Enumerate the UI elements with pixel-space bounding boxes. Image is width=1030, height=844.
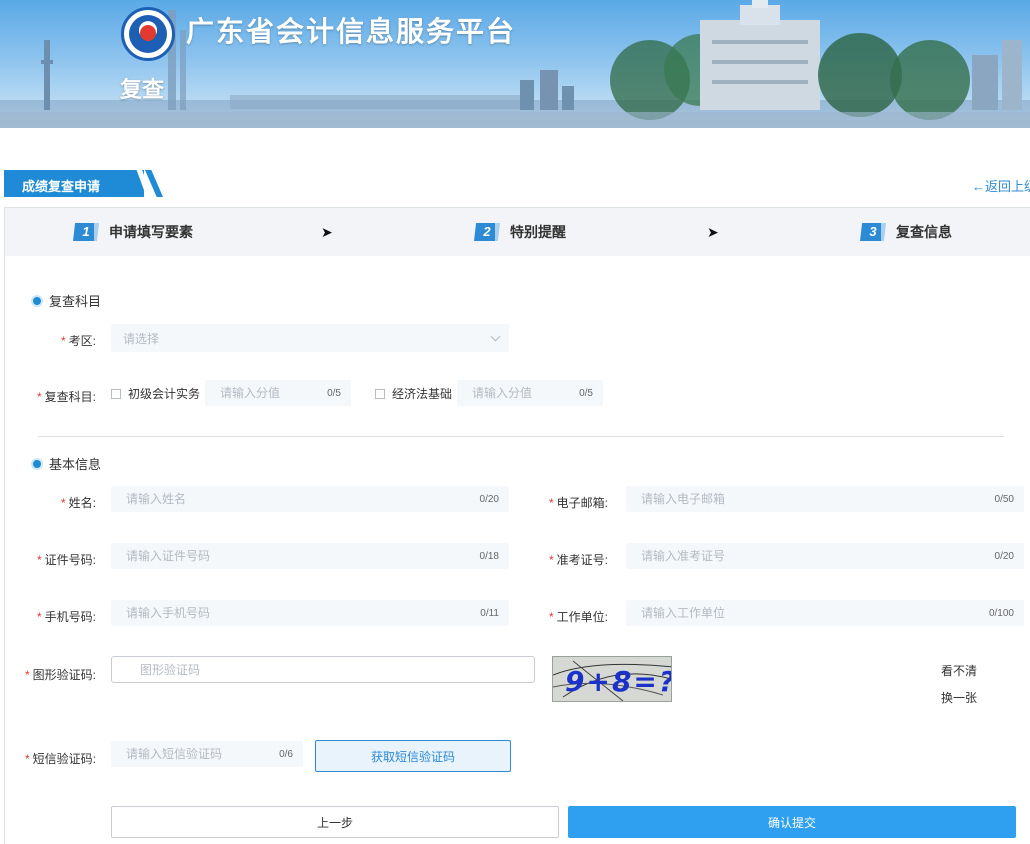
page-label: 复查 (120, 77, 165, 102)
refresh-captcha-text-2[interactable]: 换一张 (941, 689, 977, 706)
step-label: 复查信息 (896, 224, 952, 240)
sms-label: * 短信验证码: (24, 752, 96, 766)
section-divider (38, 436, 1004, 437)
region-select-placeholder: 请选择 (123, 331, 160, 346)
char-count: 0/20 (479, 493, 499, 505)
email-label: * 电子邮箱: (548, 496, 608, 510)
step-label: 特别提醒 (510, 224, 566, 240)
group-title-subjects: 复查科目 (33, 291, 101, 310)
email-input[interactable] (626, 486, 995, 512)
region-select[interactable]: 请选择 (111, 324, 509, 352)
exam-number-label: * 准考证号: (548, 553, 608, 567)
step-number: 1 (73, 223, 99, 241)
sms-input-box: 0/6 (111, 741, 303, 767)
step-number: 3 (860, 223, 886, 241)
required-mark: * (548, 610, 554, 624)
submit-button[interactable]: 确认提交 (568, 806, 1016, 838)
site-title: 广东省会计信息服务平台 (186, 15, 517, 48)
required-mark: * (36, 553, 42, 567)
checkbox-icon[interactable] (375, 388, 385, 399)
char-count: 0/5 (579, 387, 593, 399)
group-title-basic-info: 基本信息 (33, 454, 101, 473)
id-number-input-box: 0/18 (111, 543, 509, 569)
bullet-dot-icon (33, 296, 41, 305)
captcha-text: 9+8=? (565, 665, 672, 698)
required-mark: * (24, 752, 30, 766)
sms-input[interactable] (111, 741, 280, 767)
step-number: 2 (474, 223, 500, 241)
step-arrow-icon: ➤ (321, 224, 333, 240)
captcha-label: * 图形验证码: (24, 668, 96, 682)
required-mark: * (24, 668, 30, 682)
phone-input-box: 0/11 (111, 600, 509, 626)
char-count: 0/5 (327, 387, 341, 399)
captcha-image[interactable]: 9+8=? (552, 656, 672, 702)
char-count: 0/100 (988, 607, 1014, 619)
name-label: * 姓名: (60, 496, 96, 510)
exam-number-input[interactable] (626, 543, 995, 569)
required-mark: * (36, 390, 42, 404)
required-mark: * (36, 610, 42, 624)
email-input-box: 0/50 (626, 486, 1024, 512)
refresh-captcha-text-1[interactable]: 看不清 (941, 662, 977, 679)
required-mark: * (548, 496, 554, 510)
name-input-box: 0/20 (111, 486, 509, 512)
score-input[interactable] (205, 380, 328, 406)
char-count: 0/6 (279, 748, 293, 760)
step-arrow-icon: ➤ (707, 224, 719, 240)
captcha-input-box (111, 656, 535, 683)
checkbox-icon[interactable] (111, 388, 121, 399)
phone-input[interactable] (111, 600, 481, 626)
group-title-text: 复查科目 (49, 294, 102, 309)
employer-input[interactable] (626, 600, 989, 626)
previous-step-button[interactable]: 上一步 (111, 806, 559, 838)
form-panel: 1 申请填写要素 ➤ 2 特别提醒 ➤ 3 复查信息 复查科目 * 考区: 请选择… (4, 207, 1030, 844)
back-link[interactable]: ←返回上级 (972, 176, 1030, 195)
get-sms-code-button[interactable]: 获取短信验证码 (315, 740, 511, 772)
name-input[interactable] (111, 486, 480, 512)
step-3: 3 复查信息 (860, 222, 952, 242)
id-number-label: * 证件号码: (36, 553, 96, 567)
required-mark: * (60, 334, 66, 348)
id-number-input[interactable] (111, 543, 480, 569)
section-tab-label: 成绩复查申请 (22, 179, 101, 194)
step-1: 1 申请填写要素 (73, 222, 193, 242)
char-count: 0/18 (479, 550, 499, 562)
char-count: 0/11 (480, 607, 499, 619)
required-mark: * (60, 496, 66, 510)
group-title-text: 基本信息 (49, 457, 102, 472)
required-mark: * (548, 553, 554, 567)
char-count: 0/20 (994, 550, 1014, 562)
subject-checkbox-accounting[interactable]: 初级会计实务 (111, 385, 200, 402)
region-label: * 考区: (60, 334, 96, 348)
captcha-input[interactable] (112, 657, 534, 682)
bullet-dot-icon (33, 459, 41, 468)
subject-score-input-economic-law: 0/5 (457, 380, 603, 406)
step-label: 申请填写要素 (109, 224, 193, 240)
subject-checkbox-economic-law[interactable]: 经济法基础 (375, 385, 452, 402)
step-2: 2 特别提醒 (474, 222, 566, 242)
char-count: 0/50 (994, 493, 1014, 505)
employer-input-box: 0/100 (626, 600, 1024, 626)
exam-number-input-box: 0/20 (626, 543, 1024, 569)
step-indicator: 1 申请填写要素 ➤ 2 特别提醒 ➤ 3 复查信息 (5, 208, 1030, 256)
employer-label: * 工作单位: (548, 610, 608, 624)
subjects-label: * 复查科目: (36, 390, 96, 404)
subject-score-input-accounting: 0/5 (205, 380, 351, 406)
chevron-down-icon (490, 331, 501, 341)
platform-logo (121, 7, 175, 61)
score-input[interactable] (457, 380, 580, 406)
section-tab: 成绩复查申请 (4, 170, 163, 197)
header-banner: 广东省会计信息服务平台 复查 (0, 0, 1030, 128)
phone-label: * 手机号码: (36, 610, 96, 624)
